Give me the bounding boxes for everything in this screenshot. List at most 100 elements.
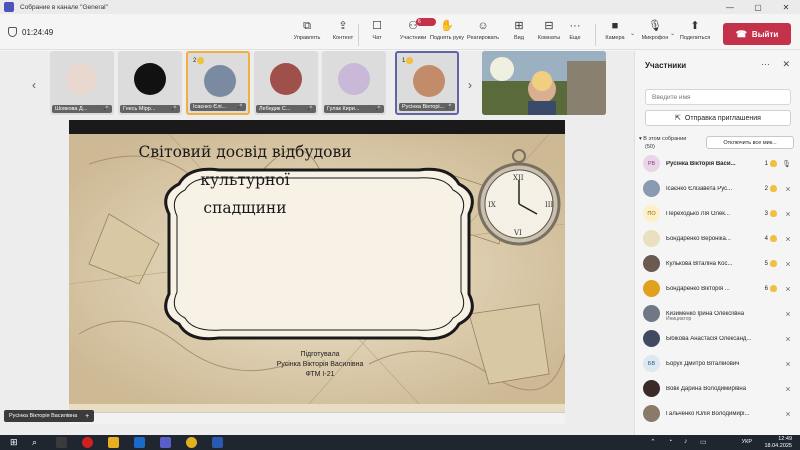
chrome-icon[interactable] [186,437,197,448]
wifi-icon[interactable]: ◔ [668,438,672,445]
raised-hand-icon [197,57,205,64]
participant-name: Бібікова Анастасія Олександ... [666,335,752,342]
shared-screen-taskbar [69,412,565,424]
participant-row[interactable]: Бондаренко Вікторія ... 6 ⨯ [635,276,800,301]
more-icon: ··· [569,20,581,32]
tile-name-label: Гулак Кири... 🎤 [324,105,384,113]
minimize-button[interactable]: — [716,0,744,14]
participant-row[interactable]: Ісаєнко Єлізавета Рус... 2 ⨯ [635,176,800,201]
add-icon[interactable]: + [85,413,89,420]
mic-muted-icon[interactable]: ⨯ [785,210,791,218]
video-feed-image [482,51,606,115]
tile-name-label: Русінка Вікторі... 🎤 [399,103,455,111]
in-meeting-count: (50) [645,144,655,150]
participant-tile[interactable]: Гулак Кири... 🎤 [322,51,386,115]
mic-options-chevron-icon[interactable]: ⌄ [670,30,675,37]
task-view-icon[interactable] [56,437,67,448]
self-name-label[interactable]: Русінка Вікторія Василівна + [4,410,95,422]
outlook-icon[interactable] [134,437,145,448]
participant-tile[interactable]: 1 Русінка Вікторі... 🎤 [395,51,459,115]
toolbar-button-more[interactable]: ··· Еще [558,19,592,49]
participant-row[interactable]: Гальченко Юлія Володимирі... ⨯ [635,401,800,426]
search-icon[interactable]: ⌕ [32,437,43,448]
mic-muted-icon[interactable]: ⨯ [785,385,791,393]
hand-icon: ✋ [440,20,454,32]
mic-muted-icon[interactable]: ⨯ [785,310,791,318]
participant-tile[interactable]: 2 Ісаєнко Єлі... 🎤 [186,51,250,115]
avatar [643,405,660,422]
window-controls: — ▢ ✕ [716,0,800,14]
hand-raise-number: 3 [764,210,768,217]
toolbar-button-control[interactable]: ⧉ Управлять [290,19,324,49]
participant-name: Борух Дмитро Віталійович [666,360,740,367]
participant-row[interactable]: Бібікова Анастасія Олександ... ⨯ [635,326,800,351]
mic-muted-icon[interactable]: ⨯ [785,185,791,193]
mic-muted-icon[interactable]: ⨯ [785,235,791,243]
video-feed-tile[interactable] [482,51,606,115]
toolbar-button-hand[interactable]: ✋ Поднять руку [430,19,464,49]
participant-list: РВ Русінка Вікторія Васи... 1 🎙 Ісаєнко Єліз… [635,151,800,426]
camera-options-chevron-icon[interactable]: ⌄ [630,30,635,37]
participant-row[interactable]: Бондаренко Вероніка... 4 ⨯ [635,226,800,251]
hand-raise-number: 2 [764,185,768,192]
mic-muted-icon[interactable]: ⨯ [785,260,791,268]
participant-row[interactable]: Кулькова Віталіна Кос... 5 ⨯ [635,251,800,276]
participant-tile[interactable]: Шовкова Д... 🎤 [50,51,114,115]
panel-controls: ··· ✕ [761,59,790,70]
toolbar-button-view[interactable]: ⊞ Вид [502,19,536,49]
toolbar-button-label: Поделиться [679,35,711,41]
mic-muted-icon[interactable]: ⨯ [785,335,791,343]
close-window-button[interactable]: ✕ [772,0,800,14]
close-panel-icon[interactable]: ✕ [782,59,790,69]
system-clock[interactable]: 12:49 18.04.2025 [764,436,792,449]
participant-row[interactable]: Кизименко Ірина Олексіївна Инициатор ⨯ [635,301,800,326]
toolbar-button-mic[interactable]: 🎙 Микрофон [638,19,672,49]
tile-name-label: Ісаєнко Єлі... 🎤 [190,103,246,111]
mic-muted-icon[interactable]: ⨯ [785,410,791,418]
more-options-icon[interactable]: ··· [761,59,770,69]
mic-muted-icon: 🎤 [170,106,177,112]
hand-raise-order: 4 [765,235,777,242]
participants-panel: Участники ··· ✕ Введите имя ⇱ Отправка п… [634,51,800,435]
mic-muted-icon[interactable]: ⨯ [785,360,791,368]
avatar: РВ [643,155,660,172]
volume-icon[interactable]: ♪ [684,438,688,445]
participant-row[interactable]: БВ Борух Дмитро Віталійович ⨯ [635,351,800,376]
participant-row[interactable]: Вовк Дарина Володимирівна ⨯ [635,376,800,401]
word-icon[interactable] [212,437,223,448]
toolbar-button-emoji[interactable]: ☺ Реагировать [466,19,500,49]
timer-value: 01:24:49 [22,27,54,37]
toolbar-button-share[interactable]: ⇪ Контент [326,19,360,49]
mic-icon[interactable]: 🎙 [782,160,791,168]
toolbar-button-chat[interactable]: ☐ Чат [360,19,394,49]
tile-name: Шовкова Д... [55,106,88,112]
in-meeting-label: В этом собрании [643,136,687,142]
leave-button[interactable]: ☎ Выйти [723,23,791,45]
maximize-button[interactable]: ▢ [744,0,772,14]
language-indicator[interactable]: УКР [742,439,752,445]
file-explorer-icon[interactable] [108,437,119,448]
toolbar-button-share-screen[interactable]: ⬆ Поделиться [678,19,712,49]
toolbar-button-camera[interactable]: ■ Камера [598,19,632,49]
toolbar-button-people[interactable]: ⚇ 6 Участники [396,18,436,49]
opera-icon[interactable] [82,437,93,448]
participant-tile[interactable]: Лебедик С... 🎤 [254,51,318,115]
participant-search-input[interactable]: Введите имя [645,89,791,105]
credit-line1: Підготувала [300,351,340,358]
hand-raise-number: 4 [764,235,768,242]
battery-icon[interactable]: ▭ [700,438,707,446]
teams-taskbar-icon[interactable] [160,437,171,448]
windows-start-icon[interactable]: ⊞ [10,437,21,448]
hand-raise-order: 1 [402,57,414,64]
tiles-next-chevron-icon[interactable]: › [468,78,472,92]
participant-row[interactable]: ПО Переходько Лія Олек... 3 ⨯ [635,201,800,226]
participant-tile[interactable]: Гнесь Мірр... 🎤 [118,51,182,115]
mute-all-button[interactable]: Отключить все мик... [706,136,794,149]
tiles-prev-chevron-icon[interactable]: ‹ [32,78,36,92]
send-invite-button[interactable]: ⇱ Отправка приглашения [645,110,791,126]
participant-row[interactable]: РВ Русінка Вікторія Васи... 1 🎙 [635,151,800,176]
in-meeting-section-header[interactable]: ▾ В этом собрании (50) [639,135,686,151]
chat-icon: ☐ [372,20,382,32]
tray-chevron-icon[interactable]: ⌃ [650,438,656,446]
mic-muted-icon[interactable]: ⨯ [785,285,791,293]
